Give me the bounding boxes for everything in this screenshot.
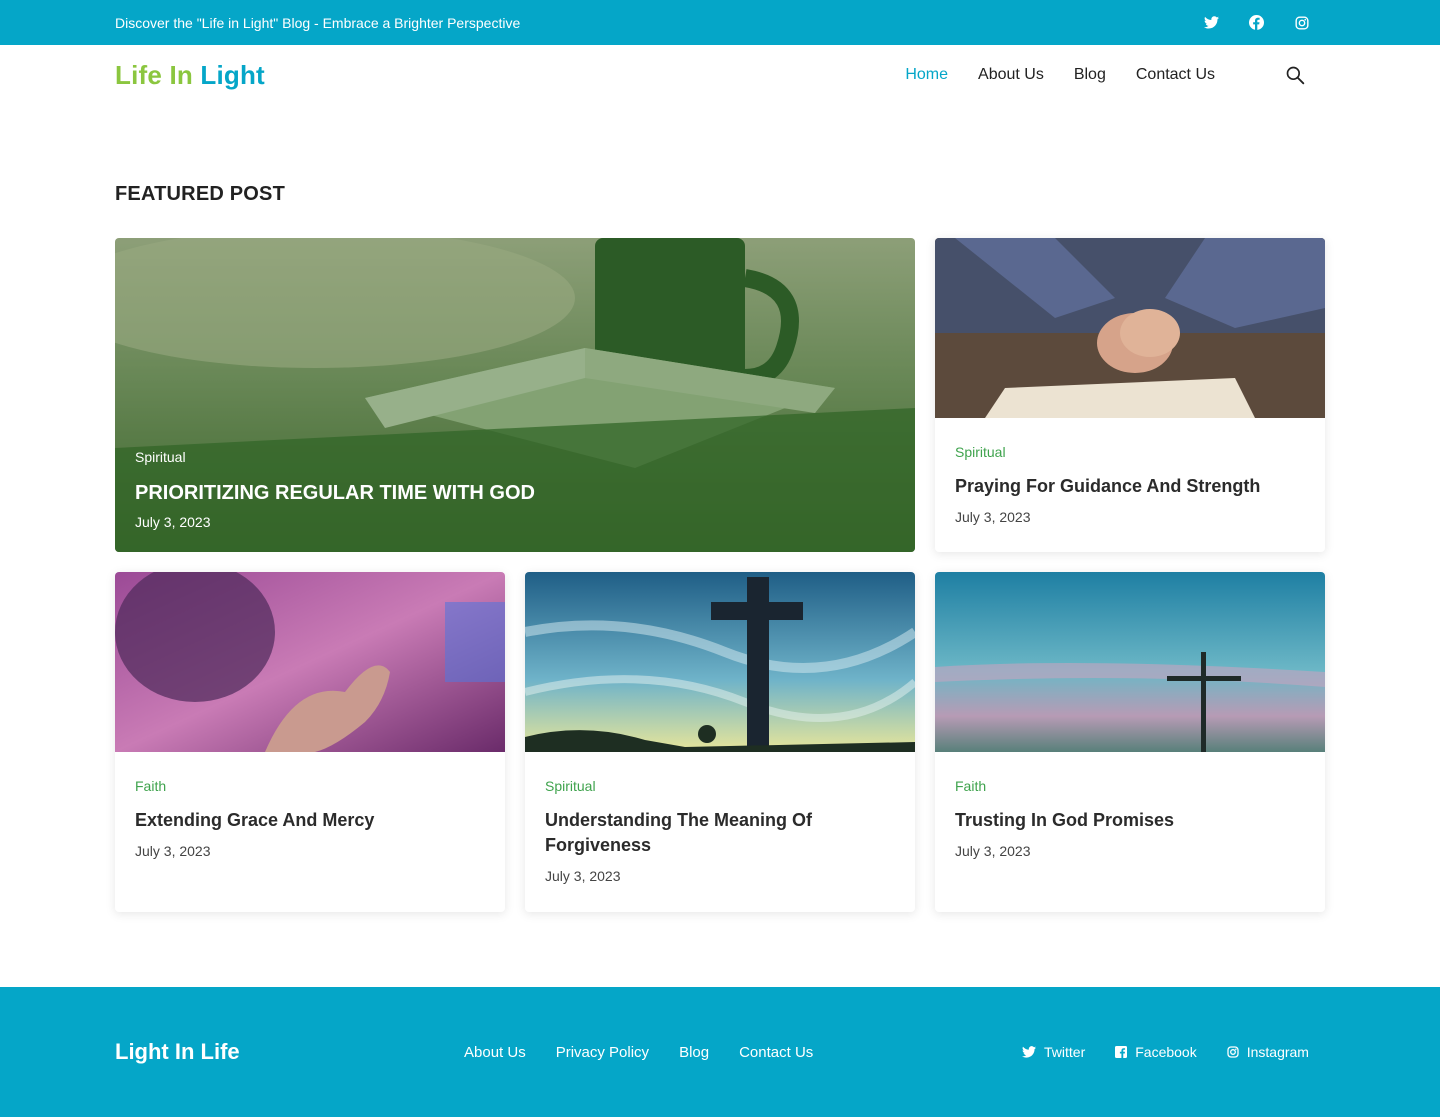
footer-link-about-us[interactable]: About Us [464,1044,526,1061]
footer-logo[interactable]: Light In Life [115,1039,464,1065]
featured-post-heading: FEATURED POST [115,183,286,205]
footer-link-privacy-policy[interactable]: Privacy Policy [556,1044,649,1061]
footer-links: About Us Privacy Policy Blog Contact Us [464,1044,1022,1061]
footer-twitter-link[interactable]: Twitter [1022,1044,1085,1060]
footer-facebook-link[interactable]: Facebook [1115,1044,1197,1060]
topbar-social-links [1204,15,1309,30]
post-category[interactable]: Spiritual [955,444,1305,460]
post-title[interactable]: Prioritizing Regular Time With God [135,481,535,506]
post-card[interactable]: Faith Trusting In God Promises July 3, 2… [935,572,1325,912]
post-card[interactable]: Faith Extending Grace And Mercy July 3, … [115,572,505,912]
topbar-tagline: Discover the "Life in Light" Blog - Embr… [115,14,521,31]
site-footer: Light In Life About Us Privacy Policy Bl… [0,987,1440,1117]
instagram-icon[interactable] [1294,15,1309,30]
post-image [935,238,1325,418]
footer-twitter-label: Twitter [1044,1044,1086,1060]
footer-instagram-label: Instagram [1246,1044,1309,1060]
post-card[interactable]: Spiritual Praying For Guidance And Stren… [935,238,1325,552]
post-title[interactable]: Trusting In God Promises [955,808,1305,833]
post-category[interactable]: Spiritual [135,449,535,465]
post-card-body: Spiritual Praying For Guidance And Stren… [935,418,1325,545]
nav-blog[interactable]: Blog [1074,66,1106,84]
post-date: July 3, 2023 [545,868,621,884]
featured-main-card[interactable]: Spiritual Prioritizing Regular Time With… [115,238,915,552]
post-date: July 3, 2023 [955,843,1031,859]
top-bar: Discover the "Life in Light" Blog - Embr… [0,0,1440,45]
search-icon[interactable] [1285,65,1305,85]
post-card-body: Spiritual Understanding The Meaning Of F… [525,752,915,904]
site-logo[interactable]: Life In Light [115,60,265,91]
post-date: July 3, 2023 [135,514,211,530]
featured-main-text: Spiritual Prioritizing Regular Time With… [135,449,535,530]
post-title[interactable]: Understanding The Meaning Of Forgiveness [545,808,895,858]
post-date: July 3, 2023 [955,509,1031,525]
footer-link-blog[interactable]: Blog [679,1044,709,1061]
footer-link-contact-us[interactable]: Contact Us [739,1044,813,1061]
footer-facebook-label: Facebook [1135,1044,1197,1060]
post-card-body: Faith Trusting In God Promises July 3, 2… [935,752,1325,879]
post-title[interactable]: Praying For Guidance And Strength [955,474,1305,499]
nav-contact-us[interactable]: Contact Us [1136,66,1215,84]
logo-part-2: Light [200,59,265,90]
footer-social: Twitter Facebook Instagram [1022,1044,1309,1060]
facebook-icon[interactable] [1249,15,1264,30]
site-header: Life In Light Home About Us Blog Contact… [0,45,1440,105]
main-nav: Home About Us Blog Contact Us [875,65,1325,85]
twitter-icon [1022,1046,1036,1058]
post-category[interactable]: Faith [135,778,485,794]
post-image [935,572,1325,752]
logo-part-1: Life In [115,59,193,90]
twitter-icon[interactable] [1204,15,1219,30]
post-date: July 3, 2023 [135,843,211,859]
nav-about-us[interactable]: About Us [978,66,1044,84]
post-card[interactable]: Spiritual Understanding The Meaning Of F… [525,572,915,912]
post-title[interactable]: Extending Grace And Mercy [135,808,485,833]
facebook-icon [1115,1046,1128,1058]
footer-instagram-link[interactable]: Instagram [1227,1044,1309,1060]
post-image [525,572,915,752]
post-card-body: Faith Extending Grace And Mercy July 3, … [115,752,505,879]
nav-home[interactable]: Home [905,66,948,84]
post-category[interactable]: Spiritual [545,778,895,794]
post-image [115,572,505,752]
post-category[interactable]: Faith [955,778,1305,794]
instagram-icon [1227,1046,1239,1058]
